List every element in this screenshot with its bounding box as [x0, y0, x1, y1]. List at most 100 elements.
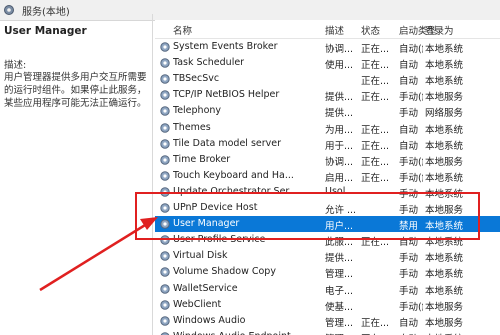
- service-gear-icon: [160, 138, 170, 149]
- service-logon-cell: 本地服务: [425, 317, 464, 329]
- services-table: ^ 名称 描述 状态 启动类型 登录为 System Events Broker…: [155, 20, 500, 335]
- service-description-cell: 提供...: [325, 253, 354, 265]
- service-logon-cell: 本地系统: [425, 331, 485, 335]
- selected-service-name: User Manager: [4, 25, 87, 37]
- service-gear-icon: [160, 90, 170, 100]
- service-logon-cell: 本地系统: [425, 60, 464, 72]
- service-gear-icon: [160, 58, 170, 68]
- service-logon-cell: 本地系统: [425, 285, 464, 297]
- column-header-name[interactable]: 名称: [173, 23, 192, 37]
- service-startup-type-cell: 自动: [399, 60, 419, 72]
- service-gear-icon: [160, 283, 170, 294]
- service-description-cell: 协调...: [325, 156, 354, 168]
- service-description-cell: 使基...: [325, 301, 354, 313]
- service-description-cell: 为用...: [325, 124, 354, 136]
- service-name-cell: Time Broker: [173, 153, 231, 165]
- service-description-cell: 使用...: [325, 60, 354, 72]
- table-row[interactable]: Tile Data model server 用于... 正在... 自动 本地系统: [155, 136, 500, 152]
- column-header-status[interactable]: 状态: [361, 23, 380, 37]
- service-status-cell: 正在...: [361, 172, 390, 184]
- service-logon-cell: 本地服务: [425, 301, 464, 313]
- service-description-cell: 管理...: [325, 269, 354, 281]
- table-row[interactable]: TCP/IP NetBIOS Helper 提供... 正在... 手动(触发...本…: [155, 87, 500, 103]
- service-gear-icon: [160, 122, 170, 133]
- table-row[interactable]: Volume Shadow Copy 管理... 手动 本地系统: [155, 264, 500, 280]
- service-gear-icon: [160, 332, 170, 335]
- service-startup-type-cell: 手动(触发...: [399, 92, 423, 104]
- service-name-cell: WebClient: [173, 298, 222, 310]
- service-startup-type-cell: 手动(触发...: [399, 172, 423, 184]
- service-startup-type-cell: 自动: [399, 76, 419, 88]
- service-description-cell: 用于...: [325, 140, 354, 152]
- service-logon-cell: 本地系统: [425, 172, 464, 184]
- service-gear-icon: [160, 299, 170, 310]
- service-status-cell: 正在...: [361, 60, 390, 72]
- service-gear-icon: [160, 315, 170, 326]
- service-status-cell: 正在...: [361, 331, 397, 335]
- service-logon-cell: 本地系统: [425, 124, 464, 136]
- table-row[interactable]: Themes 为用... 正在... 自动 本地系统: [155, 120, 500, 136]
- service-status-cell: 正在...: [361, 124, 390, 136]
- service-name-cell: Windows Audio: [173, 314, 246, 326]
- table-row[interactable]: Virtual Disk 提供... 手动 本地系统: [155, 248, 500, 264]
- service-startup-type-cell: 手动: [399, 285, 419, 297]
- table-row[interactable]: Telephony 提供... 手动 网络服务: [155, 103, 500, 119]
- service-startup-type-cell: 手动: [399, 108, 419, 120]
- service-logon-cell: 本地服务: [425, 92, 464, 104]
- service-status-cell: 正在...: [361, 44, 390, 55]
- service-logon-cell: 本地系统: [425, 253, 464, 265]
- service-startup-type-cell: 自动: [399, 124, 419, 136]
- service-logon-cell: 网络服务: [425, 108, 464, 120]
- highlight-box: [135, 192, 480, 240]
- service-gear-icon: [160, 171, 170, 181]
- service-logon-cell: 本地服务: [425, 156, 464, 168]
- service-gear-icon: [160, 267, 170, 278]
- service-name-cell: Tile Data model server: [173, 137, 282, 149]
- column-header-description[interactable]: 描述: [325, 23, 344, 37]
- table-row[interactable]: Windows Audio Endpoint... 管理 ...正在...自动本地…: [155, 329, 500, 335]
- service-description: 用户管理器提供多用户交互所需要的运行时组件。如果停止此服务，某些应用程序可能无法…: [4, 72, 147, 109]
- service-status-cell: 正在...: [361, 92, 390, 104]
- service-name-cell: Volume Shadow Copy: [173, 266, 276, 278]
- service-description-cell: 提供...: [325, 92, 354, 104]
- sort-ascending-icon: ^: [290, 20, 297, 25]
- service-name-cell: System Events Broker: [173, 41, 278, 52]
- service-startup-type-cell: 自动: [399, 331, 423, 335]
- service-gear-icon: [160, 106, 170, 117]
- service-name-cell: Touch Keyboard and Ha...: [173, 169, 294, 181]
- service-logon-cell: 本地系统: [425, 140, 464, 152]
- service-name-cell: Virtual Disk: [173, 250, 228, 262]
- table-row[interactable]: TBSecSvc 正在... 自动 本地系统: [155, 71, 500, 87]
- service-description-cell: 启用...: [325, 172, 354, 184]
- service-logon-cell: 本地系统: [425, 269, 464, 281]
- column-header-logon-as[interactable]: 登录为: [425, 23, 454, 37]
- service-name-cell: WalletService: [173, 282, 238, 294]
- service-gear-icon: [160, 251, 170, 261]
- service-gear-icon: [160, 74, 170, 84]
- service-name-cell: TCP/IP NetBIOS Helper: [173, 89, 280, 101]
- service-startup-type-cell: 手动: [399, 253, 419, 265]
- table-row[interactable]: Time Broker 协调... 正在... 手动(触发...本地服务: [155, 152, 500, 168]
- service-description-cell: 管理...: [325, 317, 354, 329]
- service-name-cell: Themes: [173, 121, 211, 133]
- service-startup-type-cell: 手动(触发...: [399, 156, 423, 168]
- table-row[interactable]: WalletService 电子... 手动 本地系统: [155, 281, 500, 297]
- table-row[interactable]: Task Scheduler 使用... 正在... 自动 本地系统: [155, 55, 500, 71]
- table-row[interactable]: System Events Broker 协调... 正在... 自动(触发...本地…: [155, 39, 500, 55]
- description-label: 描述:: [4, 60, 27, 71]
- service-status-cell: 正在...: [361, 140, 390, 152]
- service-startup-type-cell: 手动(触发...: [399, 301, 423, 313]
- service-gear-icon: [160, 154, 170, 165]
- service-name-cell: Windows Audio Endpoint...: [173, 331, 321, 335]
- table-header: ^ 名称 描述 状态 启动类型 登录为: [155, 20, 500, 39]
- table-row[interactable]: Touch Keyboard and Ha... 启用... 正在... 手动(触发.…: [155, 168, 500, 184]
- table-row[interactable]: WebClient 使基... 手动(触发...本地服务: [155, 297, 500, 313]
- service-logon-cell: 本地系统: [425, 44, 464, 55]
- service-startup-type-cell: 自动: [399, 140, 419, 152]
- pane-divider[interactable]: [152, 14, 153, 335]
- service-description-cell: 管理 ...: [325, 331, 361, 335]
- services-gear-icon: [4, 5, 14, 15]
- service-details-pane: User Manager 描述: 用户管理器提供多用户交互所需要的运行时组件。如…: [0, 21, 152, 335]
- service-startup-type-cell: 手动: [399, 269, 419, 281]
- table-row[interactable]: Windows Audio 管理... 正在... 自动 本地服务: [155, 313, 500, 329]
